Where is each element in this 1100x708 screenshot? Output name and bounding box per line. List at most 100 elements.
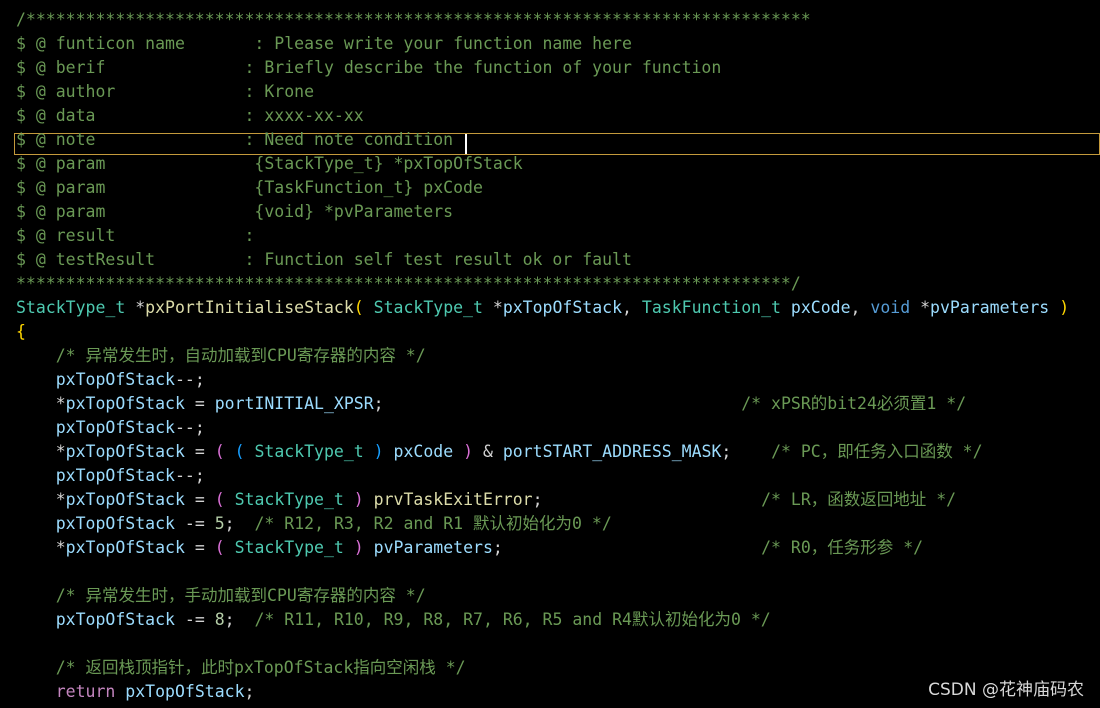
code-token-comment: $ @ param {TaskFunction_t} pxCode [16, 178, 483, 197]
code-token-identifier: pvParameters [373, 538, 493, 557]
code-line[interactable]: *pxTopOfStack = ( StackType_t ) pvParame… [16, 536, 923, 560]
code-line[interactable]: { [16, 320, 26, 344]
code-line[interactable]: $ @ result : [16, 224, 254, 248]
code-token-comment: ****************************************… [16, 274, 801, 293]
code-token-type: StackType_t [16, 298, 126, 317]
code-token-identifier: pxTopOfStack [55, 514, 175, 533]
code-line[interactable]: $ @ testResult : Function self test resu… [16, 248, 632, 272]
code-token-identifier: pxTopOfStack [65, 394, 185, 413]
code-token-function: prvTaskExitError [373, 490, 533, 509]
code-token-identifier: pxTopOfStack [65, 442, 185, 461]
code-line[interactable]: pxTopOfStack--; [16, 464, 205, 488]
code-line[interactable]: pxTopOfStack--; [16, 416, 205, 440]
code-line[interactable]: *pxTopOfStack = ( StackType_t ) prvTaskE… [16, 488, 956, 512]
code-token-plain: * [125, 298, 146, 317]
code-line[interactable]: ****************************************… [16, 272, 801, 296]
code-line[interactable]: /***************************************… [16, 8, 811, 32]
code-line[interactable]: $ @ author : Krone [16, 80, 314, 104]
code-token-comment: /* R12, R3, R2 and R1 默认初始化为0 */ [254, 514, 612, 533]
code-token-plain: -= [174, 610, 215, 629]
code-line[interactable]: $ @ note : Need note condition [16, 128, 453, 152]
code-token-bracket-gold: { [16, 322, 26, 341]
code-token-bracket-gold: ( [353, 298, 364, 317]
code-line[interactable]: /* 异常发生时，手动加载到CPU寄存器的内容 */ [16, 584, 426, 608]
code-token-plain: ; [492, 538, 762, 557]
code-line[interactable]: /* 异常发生时，自动加载到CPU寄存器的内容 */ [16, 344, 426, 368]
code-token-bracket-violet: ) [353, 538, 364, 557]
code-token-plain: * [16, 538, 66, 557]
code-token-comment: /* LR，函数返回地址 */ [761, 490, 957, 509]
code-token-identifier: pxCode [393, 442, 454, 461]
code-token-bracket-violet: ) [463, 442, 474, 461]
code-token-comment: /* xPSR的bit24必须置1 */ [741, 394, 967, 413]
code-token-plain: * [482, 298, 503, 317]
code-token-plain: --; [174, 418, 205, 437]
code-token-comment: $ @ data : xxxx-xx-xx [16, 106, 364, 125]
code-token-comment: $ @ param {void} *pvParameters [16, 202, 454, 221]
code-token-bracket-violet: ( [214, 442, 225, 461]
code-token-identifier: pxTopOfStack [65, 490, 185, 509]
code-line[interactable]: StackType_t *pxPortInitialiseStack( Stac… [16, 296, 1069, 320]
code-token-comment: $ @ funticon name : Please write your fu… [16, 34, 632, 53]
code-token-comment: /***************************************… [16, 10, 811, 29]
code-line[interactable]: $ @ funticon name : Please write your fu… [16, 32, 632, 56]
code-line[interactable]: $ @ berif : Briefly describe the functio… [16, 56, 721, 80]
code-token-comment: $ @ author : Krone [16, 82, 315, 101]
code-token-bracket-gold: ) [1059, 298, 1070, 317]
code-token-plain: ; [373, 394, 742, 413]
code-editor[interactable]: /***************************************… [0, 0, 1100, 708]
code-token-identifier: pxTopOfStack [55, 610, 175, 629]
code-line[interactable]: $ @ data : xxxx-xx-xx [16, 104, 364, 128]
code-token-identifier: pxTopOfStack [65, 538, 185, 557]
code-line[interactable]: *pxTopOfStack = portINITIAL_XPSR; /* xPS… [16, 392, 966, 416]
code-token-type: StackType_t [373, 298, 483, 317]
code-token-identifier: portSTART_ADDRESS_MASK [502, 442, 722, 461]
code-line[interactable]: *pxTopOfStack = ( ( StackType_t ) pxCode… [16, 440, 983, 464]
code-line[interactable]: /* 返回栈顶指针，此时pxTopOfStack指向空闲栈 */ [16, 656, 466, 680]
code-line[interactable]: pxTopOfStack -= 5; /* R12, R3, R2 and R1… [16, 512, 612, 536]
code-token-identifier: pxTopOfStack [55, 370, 175, 389]
code-token-identifier: pxTopOfStack [502, 298, 623, 317]
code-token-comment: /* 返回栈顶指针，此时pxTopOfStack指向空闲栈 */ [55, 658, 466, 677]
code-line[interactable]: $ @ param {void} *pvParameters [16, 200, 453, 224]
code-token-comment: $ @ param {StackType_t} *pxTopOfStack [16, 154, 523, 173]
code-line[interactable]: $ @ param {StackType_t} *pxTopOfStack [16, 152, 523, 176]
code-token-type: StackType_t [234, 490, 344, 509]
code-line[interactable]: return pxTopOfStack; [16, 680, 255, 704]
code-token-plain: , [850, 298, 871, 317]
code-token-bracket-violet: ( [214, 490, 225, 509]
code-token-identifier: portINITIAL_XPSR [214, 394, 374, 413]
code-token-plain: * [16, 394, 66, 413]
code-token-comment: /* 异常发生时，手动加载到CPU寄存器的内容 */ [55, 586, 426, 605]
code-token-plain: --; [174, 370, 205, 389]
code-token-plain: , [622, 298, 642, 317]
code-token-bracket-violet: ( [214, 538, 225, 557]
code-line[interactable]: pxTopOfStack -= 8; /* R11, R10, R9, R8, … [16, 608, 771, 632]
code-token-number: 8 [214, 610, 225, 629]
text-caret [465, 134, 467, 154]
code-token-plain: ; [224, 610, 255, 629]
code-token-plain: * [16, 442, 66, 461]
code-token-comment: /* R11, R10, R9, R8, R7, R6, R5 and R4默认… [254, 610, 771, 629]
code-line[interactable]: pxTopOfStack--; [16, 368, 205, 392]
code-token-function: pxPortInitialiseStack [145, 298, 354, 317]
csdn-watermark: CSDN @花神庙码农 [928, 680, 1084, 700]
code-line[interactable]: $ @ param {TaskFunction_t} pxCode [16, 176, 483, 200]
